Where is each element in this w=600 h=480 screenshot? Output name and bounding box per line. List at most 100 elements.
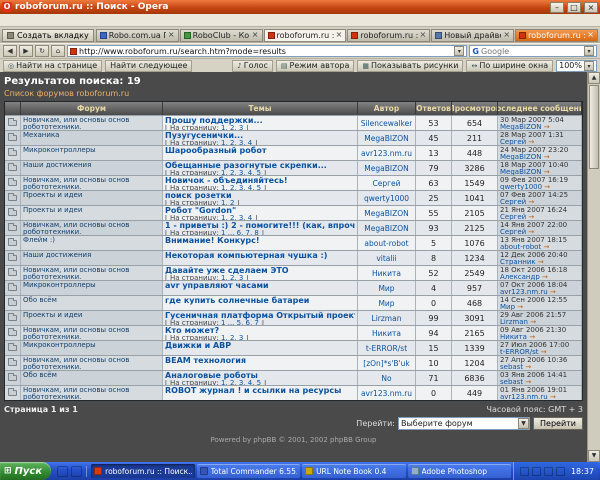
lastpost-user-link[interactable]: qwerty1000 bbox=[500, 183, 542, 190]
scroll-up-icon[interactable]: ▲ bbox=[588, 72, 600, 84]
page-number-links[interactable]: 1, 2 bbox=[221, 200, 234, 205]
tab-close-icon[interactable]: × bbox=[587, 31, 594, 39]
topic-link[interactable]: Робот "Gordon" bbox=[165, 206, 355, 215]
author-link[interactable]: Мир bbox=[378, 299, 394, 308]
lastpost-user-link[interactable]: sebast bbox=[500, 378, 523, 385]
topic-link[interactable]: Некоторая компьютерная чушка :) bbox=[165, 251, 355, 260]
author-link[interactable]: t-ERROR/st bbox=[366, 344, 407, 353]
lastpost-user-link[interactable]: Сергей bbox=[500, 213, 526, 220]
author-link[interactable]: MegaBIZON bbox=[364, 224, 408, 233]
forum-index-link[interactable]: Список форумов roboforum.ru bbox=[4, 89, 129, 98]
search-dropdown-icon[interactable]: ▾ bbox=[584, 46, 594, 56]
forum-link[interactable]: Обо всём bbox=[23, 371, 160, 379]
author-link[interactable]: MegaBIZON bbox=[364, 209, 408, 218]
task-button[interactable]: Total Commander 6.55... bbox=[197, 464, 300, 478]
lastpost-arrow-icon[interactable]: → bbox=[528, 228, 534, 235]
browser-tab[interactable]: RoboClub - Констру... × bbox=[180, 29, 263, 42]
quick-launch-icon[interactable] bbox=[71, 466, 82, 477]
topic-link[interactable]: Внимание! Конкурс! bbox=[165, 236, 355, 245]
find-next-button[interactable]: Найти следующее bbox=[105, 60, 192, 72]
forum-link[interactable]: Проекты и идеи bbox=[23, 311, 160, 319]
page-number-links[interactable]: 1, 2, 3, 4, 5 bbox=[221, 185, 261, 190]
topic-link[interactable]: Прошу поддержки... bbox=[165, 116, 355, 125]
lastpost-user-link[interactable]: avr123.nm.ru bbox=[500, 288, 548, 295]
search-input[interactable] bbox=[481, 46, 582, 56]
forum-link[interactable]: Новичкам, или основы основ робототехники… bbox=[23, 221, 160, 235]
lastpost-arrow-icon[interactable]: → bbox=[544, 123, 550, 130]
zoom-dropdown-icon[interactable]: ▾ bbox=[584, 61, 594, 71]
fit-width-button[interactable]: ↔ По ширине окна bbox=[466, 60, 553, 72]
url-input[interactable] bbox=[79, 46, 452, 56]
lastpost-arrow-icon[interactable]: → bbox=[528, 138, 534, 145]
lastpost-arrow-icon[interactable]: → bbox=[543, 243, 549, 250]
topic-link[interactable]: 1 - приветы :) 2 - помогите!!! (как, впр… bbox=[165, 221, 355, 230]
author-link[interactable]: Никита bbox=[372, 269, 401, 278]
author-link[interactable]: avr123.nm.ru bbox=[361, 389, 412, 398]
forum-link[interactable]: Новичкам, или основы основ робототехники… bbox=[23, 326, 160, 340]
back-icon[interactable]: ◀ bbox=[3, 45, 17, 57]
forward-icon[interactable]: ▶ bbox=[19, 45, 33, 57]
task-button[interactable]: Adobe Photoshop bbox=[408, 464, 511, 478]
tray-icon[interactable] bbox=[520, 467, 529, 476]
page-number-links[interactable]: 1, 2, 3 bbox=[221, 335, 243, 340]
tray-icon[interactable] bbox=[544, 467, 553, 476]
topic-link[interactable]: BEAM технология bbox=[165, 356, 355, 365]
start-button[interactable]: ⊞ Пуск bbox=[0, 462, 51, 480]
find-on-page-button[interactable]: ◎ Найти на странице bbox=[3, 60, 102, 72]
tab-close-icon[interactable]: × bbox=[336, 31, 343, 39]
page-number-links[interactable]: 1 ... 5, 6, 7 bbox=[221, 320, 259, 325]
url-dropdown-icon[interactable]: ▾ bbox=[454, 46, 464, 56]
lastpost-arrow-icon[interactable]: → bbox=[544, 183, 550, 190]
forum-link[interactable]: Наши достижения bbox=[23, 251, 160, 259]
author-link[interactable]: Lirzman bbox=[372, 314, 402, 323]
lastpost-user-link[interactable]: MegaBIZON bbox=[500, 168, 542, 175]
author-link[interactable]: Silencewalker bbox=[361, 119, 413, 128]
maximize-button[interactable]: □ bbox=[567, 2, 581, 13]
browser-tab[interactable]: Новый драйвер дви... × bbox=[431, 29, 514, 42]
lastpost-arrow-icon[interactable]: → bbox=[541, 348, 547, 355]
author-link[interactable]: Сергей bbox=[372, 179, 400, 188]
lastpost-arrow-icon[interactable]: → bbox=[550, 393, 556, 400]
vertical-scrollbar[interactable]: ▲ ▼ bbox=[587, 72, 600, 462]
lastpost-arrow-icon[interactable]: → bbox=[528, 198, 534, 205]
lastpost-arrow-icon[interactable]: → bbox=[544, 168, 550, 175]
topic-link[interactable]: Новичок - объединяйтесь! bbox=[165, 176, 355, 185]
lastpost-user-link[interactable]: Сергей bbox=[500, 138, 526, 145]
forum-link[interactable]: Новичкам, или основы основ робототехники… bbox=[23, 386, 160, 400]
author-link[interactable]: Мир bbox=[378, 284, 394, 293]
voice-button[interactable]: ♪ Голос bbox=[232, 60, 273, 72]
scroll-down-icon[interactable]: ▼ bbox=[588, 450, 600, 462]
lastpost-arrow-icon[interactable]: → bbox=[525, 378, 531, 385]
reload-icon[interactable]: ↻ bbox=[35, 45, 49, 57]
page-number-links[interactable]: 1, 2, 3 bbox=[221, 275, 243, 280]
lastpost-arrow-icon[interactable]: → bbox=[544, 153, 550, 160]
author-link[interactable]: Никита bbox=[372, 329, 401, 338]
lastpost-user-link[interactable]: MegaBIZON bbox=[500, 123, 542, 130]
topic-link[interactable]: Кто может? bbox=[165, 326, 355, 335]
tab-close-icon[interactable]: × bbox=[168, 31, 175, 39]
page-number-links[interactable]: 1, 2, 3 bbox=[221, 125, 243, 130]
page-number-links[interactable]: 1, 2, 3, 4, 5 bbox=[221, 380, 261, 385]
topic-link[interactable]: поиск розетки bbox=[165, 191, 355, 200]
topic-link[interactable]: где купить солнечные батареи bbox=[165, 296, 355, 305]
tab-close-icon[interactable]: × bbox=[503, 31, 510, 39]
lastpost-arrow-icon[interactable]: → bbox=[538, 258, 544, 265]
topic-link[interactable]: Обещанные разогнутые скрепки... bbox=[165, 161, 355, 170]
lastpost-user-link[interactable]: Александр bbox=[500, 273, 540, 280]
author-link[interactable]: MegaBIZON bbox=[364, 164, 408, 173]
task-button[interactable]: roboforum.ru :: Поиск... bbox=[91, 464, 194, 478]
new-tab-button[interactable]: Создать вкладку bbox=[2, 29, 94, 42]
topic-link[interactable]: ROBOT журнал ! и ссылки на ресурсы bbox=[165, 386, 355, 395]
forum-link[interactable]: Новичкам, или основы основ робототехники… bbox=[23, 266, 160, 280]
lastpost-user-link[interactable]: Сергей bbox=[500, 228, 526, 235]
forum-link[interactable]: Проекты и идеи bbox=[23, 191, 160, 199]
topic-link[interactable]: Движки и АВР bbox=[165, 341, 355, 350]
author-link[interactable]: qwerty1000 bbox=[364, 194, 409, 203]
forum-link[interactable]: Микроконтроллеры bbox=[23, 146, 160, 154]
forum-link[interactable]: Обо всём bbox=[23, 296, 160, 304]
forum-link[interactable]: Новичкам, или основы основ робототехники… bbox=[23, 356, 160, 370]
lastpost-arrow-icon[interactable]: → bbox=[530, 318, 536, 325]
lastpost-arrow-icon[interactable]: → bbox=[529, 333, 535, 340]
lastpost-user-link[interactable]: sebast bbox=[500, 363, 523, 370]
forum-link[interactable]: Флейм :) bbox=[23, 236, 160, 244]
